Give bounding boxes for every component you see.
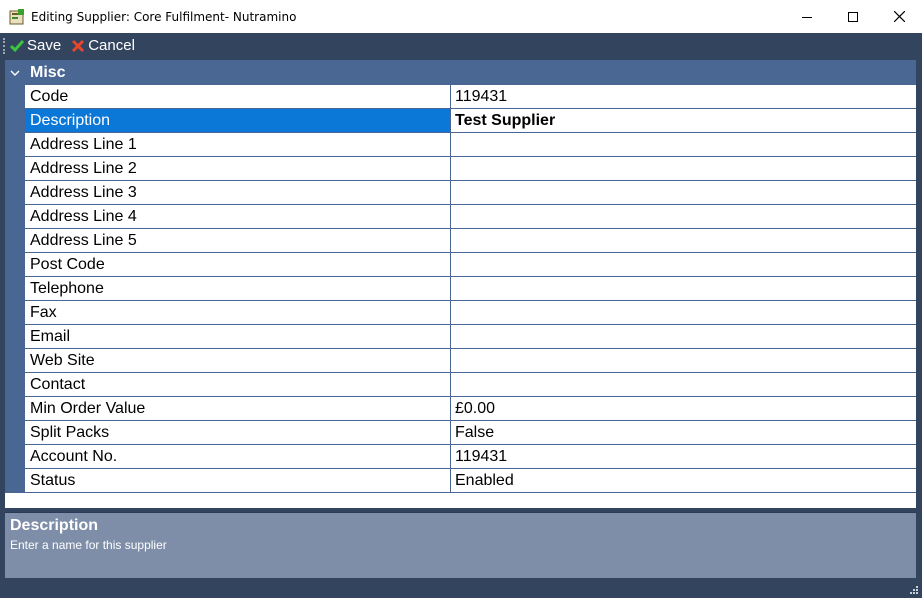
supplier-editor-window: Editing Supplier: Core Fulfilment- Nutra… <box>0 0 922 598</box>
resize-grip-icon[interactable] <box>909 585 919 595</box>
window-controls <box>784 0 922 33</box>
property-value[interactable]: 119431 <box>451 445 916 468</box>
property-value[interactable] <box>451 157 916 180</box>
property-value[interactable] <box>451 373 916 396</box>
close-button[interactable] <box>876 0 922 33</box>
property-grid: Misc Code 119431 Description Test Suppli… <box>5 60 916 508</box>
toolbar: Save Cancel <box>0 33 922 58</box>
property-value[interactable]: £0.00 <box>451 397 916 420</box>
property-row-address-line-3[interactable]: Address Line 3 <box>25 181 916 205</box>
property-label[interactable]: Address Line 4 <box>25 205 451 228</box>
property-row-min-order-value[interactable]: Min Order Value £0.00 <box>25 397 916 421</box>
checkmark-icon <box>10 39 24 52</box>
category-header-misc[interactable]: Misc <box>5 60 916 85</box>
category-title: Misc <box>30 63 66 81</box>
cancel-button[interactable]: Cancel <box>71 37 135 54</box>
minimize-icon <box>802 16 812 18</box>
toolbar-grip[interactable] <box>3 37 6 54</box>
property-row-account-no[interactable]: Account No. 119431 <box>25 445 916 469</box>
property-value[interactable] <box>451 325 916 348</box>
property-row-address-line-2[interactable]: Address Line 2 <box>25 157 916 181</box>
cancel-label: Cancel <box>88 37 135 54</box>
property-label[interactable]: Address Line 3 <box>25 181 451 204</box>
property-value[interactable]: Enabled <box>451 469 916 492</box>
title-bar[interactable]: Editing Supplier: Core Fulfilment- Nutra… <box>0 0 922 33</box>
property-row-address-line-5[interactable]: Address Line 5 <box>25 229 916 253</box>
property-label[interactable]: Fax <box>25 301 451 324</box>
help-panel: Description Enter a name for this suppli… <box>5 512 916 578</box>
property-label[interactable]: Address Line 2 <box>25 157 451 180</box>
property-label[interactable]: Address Line 1 <box>25 133 451 156</box>
property-row-telephone[interactable]: Telephone <box>25 277 916 301</box>
save-button[interactable]: Save <box>10 37 61 54</box>
window-title: Editing Supplier: Core Fulfilment- Nutra… <box>31 9 297 24</box>
property-value[interactable] <box>451 181 916 204</box>
close-icon <box>893 11 905 22</box>
maximize-icon <box>848 11 858 22</box>
property-value[interactable] <box>451 277 916 300</box>
property-row-status[interactable]: Status Enabled <box>25 469 916 493</box>
property-row-split-packs[interactable]: Split Packs False <box>25 421 916 445</box>
property-label[interactable]: Post Code <box>25 253 451 276</box>
help-title: Description <box>10 517 99 534</box>
property-row-address-line-4[interactable]: Address Line 4 <box>25 205 916 229</box>
property-value[interactable]: False <box>451 421 916 444</box>
property-row-description[interactable]: Description Test Supplier <box>25 109 916 133</box>
property-row-web-site[interactable]: Web Site <box>25 349 916 373</box>
property-value[interactable] <box>451 229 916 252</box>
property-value[interactable] <box>451 301 916 324</box>
property-label[interactable]: Contact <box>25 373 451 396</box>
property-label[interactable]: Telephone <box>25 277 451 300</box>
maximize-button[interactable] <box>830 0 876 33</box>
property-row-post-code[interactable]: Post Code <box>25 253 916 277</box>
property-value[interactable]: 119431 <box>451 85 916 108</box>
property-label[interactable]: Min Order Value <box>25 397 451 420</box>
minimize-button[interactable] <box>784 0 830 33</box>
property-label[interactable]: Description <box>25 109 451 132</box>
chevron-down-icon[interactable] <box>5 69 25 77</box>
grid-margin <box>5 85 25 493</box>
save-label: Save <box>27 37 62 54</box>
property-row-address-line-1[interactable]: Address Line 1 <box>25 133 916 157</box>
property-value[interactable] <box>451 253 916 276</box>
property-value[interactable] <box>451 205 916 228</box>
property-value[interactable]: Test Supplier <box>451 109 916 132</box>
property-row-fax[interactable]: Fax <box>25 301 916 325</box>
property-label[interactable]: Email <box>25 325 451 348</box>
property-label[interactable]: Code <box>25 85 451 108</box>
app-icon <box>9 8 25 25</box>
cross-icon <box>72 39 85 52</box>
property-label[interactable]: Status <box>25 469 451 492</box>
property-value[interactable] <box>451 349 916 372</box>
property-rows: Code 119431 Description Test Supplier Ad… <box>25 85 916 493</box>
help-text: Enter a name for this supplier <box>10 538 167 552</box>
property-label[interactable]: Account No. <box>25 445 451 468</box>
property-value[interactable] <box>451 133 916 156</box>
property-label[interactable]: Split Packs <box>25 421 451 444</box>
property-row-contact[interactable]: Contact <box>25 373 916 397</box>
status-strip <box>0 578 922 598</box>
property-label[interactable]: Web Site <box>25 349 451 372</box>
property-label[interactable]: Address Line 5 <box>25 229 451 252</box>
property-row-code[interactable]: Code 119431 <box>25 85 916 109</box>
property-row-email[interactable]: Email <box>25 325 916 349</box>
